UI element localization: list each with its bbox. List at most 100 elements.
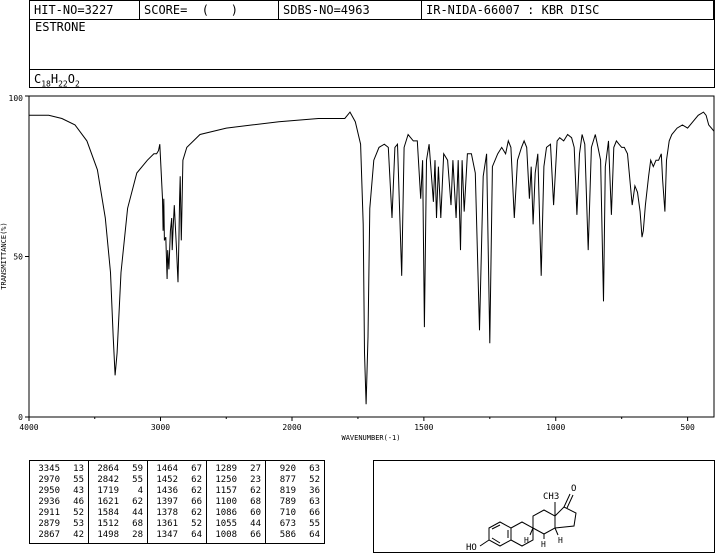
peak-transmittance: 28 (132, 530, 143, 540)
peak-transmittance: 55 (132, 475, 143, 485)
peak-transmittance: 62 (191, 486, 202, 496)
peak-wavenumber: 1498 (97, 530, 119, 540)
peak-wavenumber: 2879 (38, 519, 60, 529)
methyl-label: CH3 (543, 492, 559, 502)
y-axis-label: TRANSMITTANCE(%) (0, 222, 8, 289)
peak-transmittance: 64 (309, 530, 320, 540)
peak-wavenumber: 2842 (97, 475, 119, 485)
peak-transmittance: 59 (132, 464, 143, 474)
y-tick-label: 0 (18, 413, 23, 422)
x-tick-label: 500 (680, 423, 695, 432)
peak-transmittance: 66 (309, 508, 320, 518)
peak-transmittance: 68 (250, 497, 261, 507)
peak-wavenumber: 920 (279, 464, 296, 474)
peak-entry: 2970 55 (36, 475, 84, 486)
peak-transmittance: 44 (250, 519, 261, 529)
peak-column: 1464 67 1452 62 1436 62 1397 66 1378 62 1361 52 1347… (147, 460, 207, 544)
peak-transmittance: 43 (73, 486, 84, 496)
peak-entry: 1452 62 (154, 475, 202, 486)
peak-column: 1289 27 1250 23 1157 62 1100 68 1086 60 1055 44 1008… (206, 460, 266, 544)
peak-transmittance: 4 (137, 486, 143, 496)
hydroxyl-label: HO (466, 543, 477, 553)
peak-wavenumber: 819 (279, 486, 296, 496)
peak-entry: 2842 55 (95, 475, 143, 486)
peak-transmittance: 46 (73, 497, 84, 507)
x-tick-label: 2000 (282, 423, 301, 432)
ir-spectrum-chart: 0 50 100 4000 3000 2000 1500 1000 500 WAVENUMBE… (0, 94, 715, 442)
peak-wavenumber: 1397 (156, 497, 178, 507)
peak-transmittance: 42 (73, 530, 84, 540)
peak-entry: 1378 62 (154, 508, 202, 519)
peak-entry: 1512 68 (95, 519, 143, 530)
peak-wavenumber: 1250 (215, 475, 237, 485)
peak-wavenumber: 586 (279, 530, 296, 540)
peak-transmittance: 64 (191, 530, 202, 540)
stereo-h-label: H (558, 536, 563, 545)
peak-transmittance: 66 (250, 530, 261, 540)
peak-wavenumber: 877 (279, 475, 296, 485)
x-tick-label: 1500 (414, 423, 433, 432)
peak-transmittance: 68 (132, 519, 143, 529)
peak-entry: 1055 44 (213, 519, 261, 530)
peak-wavenumber: 1289 (215, 464, 237, 474)
peak-entry: 1250 23 (213, 475, 261, 486)
peak-column: 2864 59 2842 55 1719 4 1621 62 1584 44 1512 68 1498 2… (88, 460, 148, 544)
peak-entry: 2864 59 (95, 464, 143, 475)
peak-wavenumber: 1086 (215, 508, 237, 518)
peak-entry: 586 64 (272, 530, 320, 541)
peak-wavenumber: 1621 (97, 497, 119, 507)
peak-transmittance: 44 (132, 508, 143, 518)
peak-entry: 673 55 (272, 519, 320, 530)
y-tick-label: 50 (13, 253, 23, 262)
peak-entry: 1289 27 (213, 464, 261, 475)
peak-wavenumber: 673 (279, 519, 296, 529)
peak-transmittance: 62 (191, 508, 202, 518)
peak-transmittance: 23 (250, 475, 261, 485)
peak-wavenumber: 1719 (97, 486, 119, 496)
peak-transmittance: 55 (73, 475, 84, 485)
peak-transmittance: 52 (309, 475, 320, 485)
x-tick-label: 4000 (19, 423, 38, 432)
peak-transmittance: 27 (250, 464, 261, 474)
peak-transmittance: 53 (73, 519, 84, 529)
peak-entry: 1464 67 (154, 464, 202, 475)
peak-entry: 2867 42 (36, 530, 84, 541)
peak-transmittance: 67 (191, 464, 202, 474)
peak-wavenumber: 1347 (156, 530, 178, 540)
peak-entry: 1436 62 (154, 486, 202, 497)
peak-wavenumber: 2950 (38, 486, 60, 496)
peak-column: 3345 13 2970 55 2950 43 2936 46 2911 52 2879 53 2867… (29, 460, 89, 544)
y-tick-label: 100 (9, 94, 24, 103)
peak-entry: 3345 13 (36, 464, 84, 475)
peak-entry: 1361 52 (154, 519, 202, 530)
peak-wavenumber: 1464 (156, 464, 178, 474)
peak-wavenumber: 2864 (97, 464, 119, 474)
x-tick-label: 1000 (546, 423, 565, 432)
peak-transmittance: 55 (309, 519, 320, 529)
peak-transmittance: 52 (191, 519, 202, 529)
peak-entry: 920 63 (272, 464, 320, 475)
peak-transmittance: 63 (309, 464, 320, 474)
peak-wavenumber: 1008 (215, 530, 237, 540)
estrone-structure: CH3 O HO H H H (466, 484, 577, 553)
spectrum-trace (29, 111, 715, 405)
peak-wavenumber: 2911 (38, 508, 60, 518)
peak-entry: 1498 28 (95, 530, 143, 541)
peak-wavenumber: 1157 (215, 486, 237, 496)
peak-entry: 1157 62 (213, 486, 261, 497)
peak-transmittance: 60 (250, 508, 261, 518)
peak-entry: 1008 66 (213, 530, 261, 541)
ketone-label: O (571, 484, 576, 494)
peak-wavenumber: 1100 (215, 497, 237, 507)
peak-wavenumber: 710 (279, 508, 296, 518)
peak-wavenumber: 2936 (38, 497, 60, 507)
peak-transmittance: 36 (309, 486, 320, 496)
peak-transmittance: 63 (309, 497, 320, 507)
peak-entry: 1719 4 (95, 486, 143, 497)
peak-table: 3345 13 2970 55 2950 43 2936 46 2911 52 2879 53 2867… (29, 460, 325, 544)
peak-entry: 789 63 (272, 497, 320, 508)
peak-entry: 2936 46 (36, 497, 84, 508)
peak-column: 920 63 877 52 819 36 789 63 710 66 673 55 586 64 (266, 461, 325, 544)
peak-transmittance: 62 (250, 486, 261, 496)
peak-wavenumber: 3345 (38, 464, 60, 474)
